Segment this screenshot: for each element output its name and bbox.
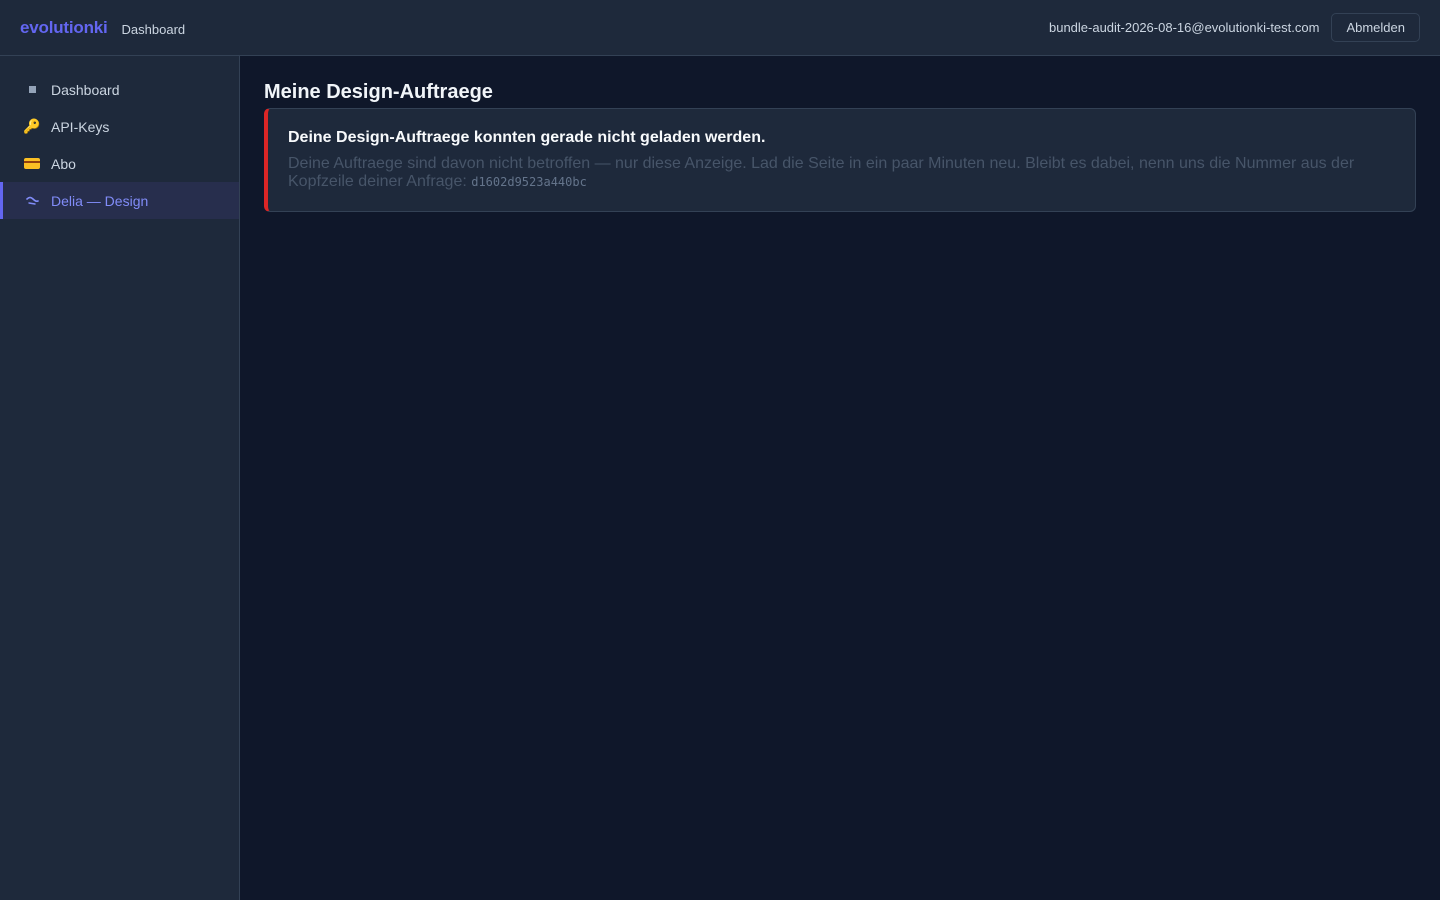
- top-bar: evolutionki Dashboard bundle-audit-2026-…: [0, 0, 1440, 56]
- sidebar-item-delia-design[interactable]: Delia — Design: [0, 182, 239, 219]
- error-title: Deine Design-Auftraege konnten gerade ni…: [288, 129, 766, 146]
- key-icon: 🔑: [23, 118, 41, 134]
- logout-button[interactable]: Abmelden: [1331, 13, 1420, 42]
- main-content: Meine Design-Auftraege Deine Design-Auft…: [240, 56, 1440, 900]
- header-section-label: Dashboard: [121, 21, 186, 37]
- sidebar-item-label: Abo: [51, 155, 76, 172]
- brand-logo[interactable]: evolutionki: [20, 18, 108, 38]
- error-alert: Deine Design-Auftraege konnten gerade ni…: [264, 108, 1416, 212]
- sidebar-item-label: Delia — Design: [51, 192, 149, 209]
- error-message: Deine Auftraege sind davon nicht betroff…: [288, 155, 1395, 191]
- square-icon: [23, 81, 41, 99]
- sidebar: Dashboard 🔑 API-Keys Abo Delia — Design: [0, 56, 240, 900]
- sidebar-item-label: API-Keys: [51, 118, 110, 135]
- error-message-text: Deine Auftraege sind davon nicht betroff…: [288, 155, 1355, 190]
- app-root: evolutionki Dashboard bundle-audit-2026-…: [0, 0, 1440, 900]
- sidebar-item-dashboard[interactable]: Dashboard: [0, 71, 239, 108]
- sidebar-item-abo[interactable]: Abo: [0, 145, 239, 182]
- user-email: bundle-audit-2026-08-16@evolutionki-test…: [1048, 20, 1320, 35]
- sidebar-item-label: Dashboard: [51, 81, 120, 98]
- page-title: Meine Design-Auftraege: [264, 81, 493, 103]
- brush-icon: [23, 192, 41, 210]
- sidebar-item-api-keys[interactable]: 🔑 API-Keys: [0, 108, 239, 145]
- header-user-area: bundle-audit-2026-08-16@evolutionki-test…: [1049, 13, 1420, 42]
- credit-card-icon: [23, 155, 41, 173]
- request-id[interactable]: d1602d9523a440bc: [471, 175, 587, 189]
